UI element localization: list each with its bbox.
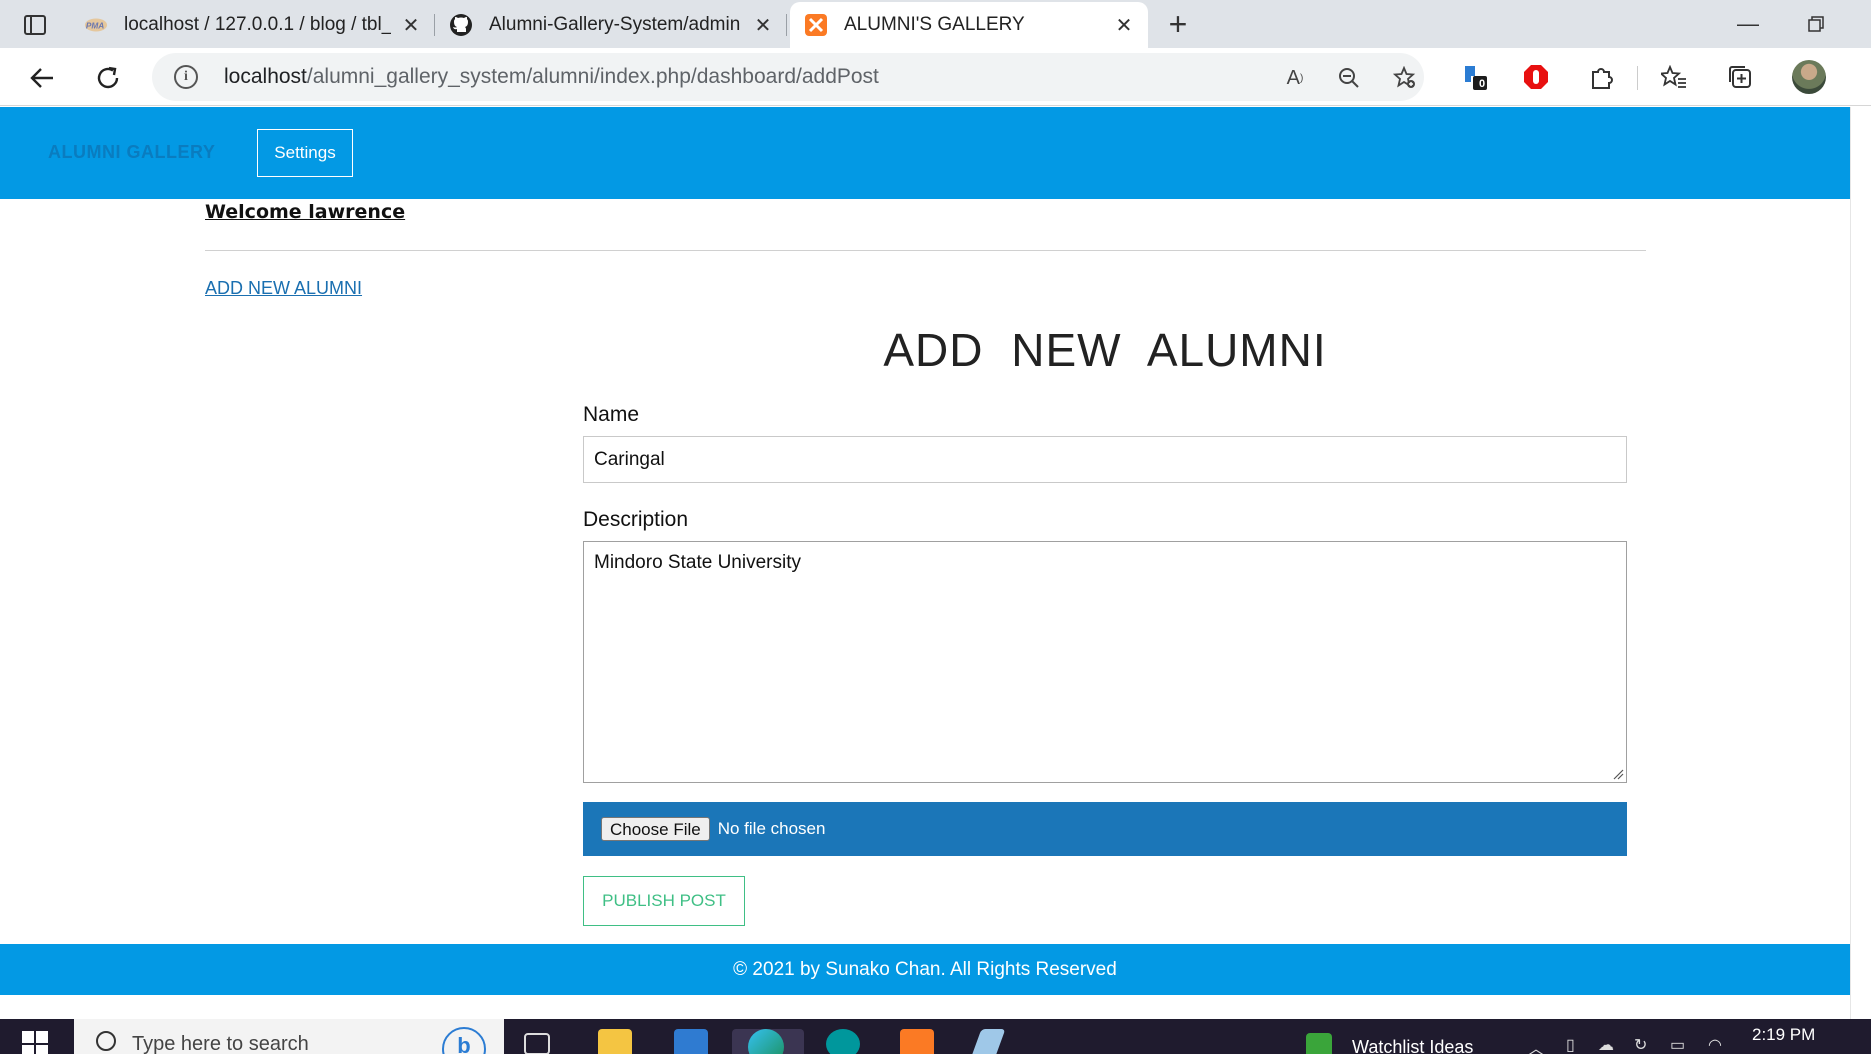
- phpmyadmin-icon: PMA: [84, 13, 108, 37]
- windows-start-icon[interactable]: [22, 1031, 48, 1054]
- site-footer: © 2021 by Sunako Chan. All Rights Reserv…: [0, 944, 1850, 995]
- file-upload-bar: Choose File No file chosen: [583, 802, 1627, 856]
- publish-post-button[interactable]: PUBLISH POST: [583, 876, 745, 926]
- adblock-icon[interactable]: [1520, 61, 1552, 93]
- settings-button[interactable]: Settings: [257, 129, 353, 177]
- cloud-icon[interactable]: ☁: [1598, 1035, 1616, 1054]
- extension-badge-count: 0: [1479, 78, 1486, 90]
- tab-actions-icon[interactable]: [18, 10, 52, 40]
- close-tab-icon[interactable]: ✕: [753, 15, 773, 37]
- site-brand[interactable]: ALUMNI GALLERY: [48, 142, 215, 163]
- chevron-up-icon[interactable]: ︿: [1528, 1035, 1546, 1054]
- refresh-icon[interactable]: [88, 58, 128, 98]
- network-icon[interactable]: ▭: [1670, 1035, 1688, 1054]
- restore-icon[interactable]: [1796, 8, 1836, 40]
- read-aloud-icon[interactable]: A): [1282, 65, 1308, 91]
- github-icon: [449, 13, 473, 37]
- browser-toolbar: i localhost/alumni_gallery_system/alumni…: [0, 48, 1871, 106]
- form-title: ADD NEW ALUMNI: [883, 324, 1327, 376]
- bing-icon[interactable]: b: [442, 1027, 486, 1054]
- svg-text:PMA: PMA: [86, 21, 104, 31]
- address-url[interactable]: localhost/alumni_gallery_system/alumni/i…: [224, 65, 879, 89]
- welcome-message: Welcome lawrence: [205, 201, 406, 223]
- tab-github[interactable]: Alumni-Gallery-System/admin us ✕: [435, 2, 787, 48]
- minimize-icon[interactable]: —: [1728, 8, 1768, 40]
- name-input[interactable]: [583, 436, 1627, 483]
- extensions-puzzle-icon[interactable]: [1586, 61, 1618, 93]
- tab-title: ALUMNI'S GALLERY: [844, 14, 1025, 35]
- taskbar-widget-text[interactable]: Watchlist Ideas: [1352, 1037, 1473, 1054]
- add-favorite-icon[interactable]: [1392, 65, 1418, 91]
- tab-alumni-gallery[interactable]: ALUMNI'S GALLERY ✕: [790, 2, 1148, 48]
- vmware-icon[interactable]: [674, 1029, 708, 1054]
- taskbar-search-box[interactable]: Type here to search b: [74, 1019, 504, 1054]
- file-status-text: No file chosen: [717, 819, 826, 838]
- favorites-icon[interactable]: [1658, 61, 1690, 93]
- notepad-icon[interactable]: [970, 1029, 1006, 1054]
- taskbar-clock[interactable]: 2:19 PM: [1752, 1025, 1815, 1045]
- choose-file-button[interactable]: Choose File: [601, 817, 710, 841]
- xampp-icon: [804, 13, 828, 37]
- resize-grip-icon[interactable]: [1612, 768, 1624, 780]
- page-viewport: ALUMNI GALLERY Settings Welcome lawrence…: [0, 107, 1850, 1019]
- battery-icon[interactable]: ▯: [1566, 1035, 1584, 1054]
- sync-icon[interactable]: ↻: [1634, 1035, 1652, 1054]
- tab-title: localhost / 127.0.0.1 / blog / tbl_: [124, 14, 391, 35]
- site-header: ALUMNI GALLERY Settings: [0, 107, 1850, 199]
- edge-taskbar-item[interactable]: [732, 1029, 804, 1054]
- name-label: Name: [583, 403, 640, 426]
- edge-icon: [748, 1029, 784, 1054]
- close-tab-icon[interactable]: ✕: [1114, 15, 1134, 37]
- taskbar-search-placeholder: Type here to search: [132, 1033, 309, 1054]
- search-icon: [96, 1031, 116, 1051]
- windows-taskbar: Type here to search b Watchlist Ideas ︿ …: [0, 1019, 1871, 1054]
- close-tab-icon[interactable]: ✕: [401, 15, 421, 37]
- description-textarea[interactable]: Mindoro State University: [583, 541, 1627, 783]
- browser-tab-strip: PMA localhost / 127.0.0.1 / blog / tbl_ …: [0, 0, 1871, 48]
- new-tab-button[interactable]: +: [1160, 6, 1196, 42]
- back-arrow-icon[interactable]: [22, 58, 62, 98]
- extension-badge-icon[interactable]: 0: [1458, 61, 1490, 93]
- add-new-alumni-link[interactable]: ADD NEW ALUMNI: [205, 278, 362, 299]
- footer-text: © 2021 by Sunako Chan. All Rights Reserv…: [733, 958, 1117, 980]
- address-bar[interactable]: i localhost/alumni_gallery_system/alumni…: [152, 53, 1424, 101]
- site-info-icon[interactable]: i: [174, 65, 198, 89]
- arduino-icon[interactable]: [826, 1029, 860, 1054]
- tab-phpmyadmin[interactable]: PMA localhost / 127.0.0.1 / blog / tbl_ …: [70, 2, 435, 48]
- description-label: Description: [583, 508, 689, 531]
- tab-title: Alumni-Gallery-System/admin us: [489, 14, 743, 35]
- widget-stock-icon[interactable]: [1306, 1033, 1332, 1054]
- wifi-icon[interactable]: ◠: [1708, 1035, 1726, 1054]
- file-explorer-icon[interactable]: [598, 1029, 632, 1054]
- xampp-taskbar-icon[interactable]: [900, 1029, 934, 1054]
- collections-icon[interactable]: [1724, 61, 1756, 93]
- divider: [205, 250, 1646, 251]
- task-view-icon[interactable]: [524, 1033, 550, 1054]
- profile-avatar[interactable]: [1792, 60, 1826, 94]
- zoom-out-icon[interactable]: [1336, 65, 1362, 91]
- page-scrollbar[interactable]: [1850, 107, 1871, 1019]
